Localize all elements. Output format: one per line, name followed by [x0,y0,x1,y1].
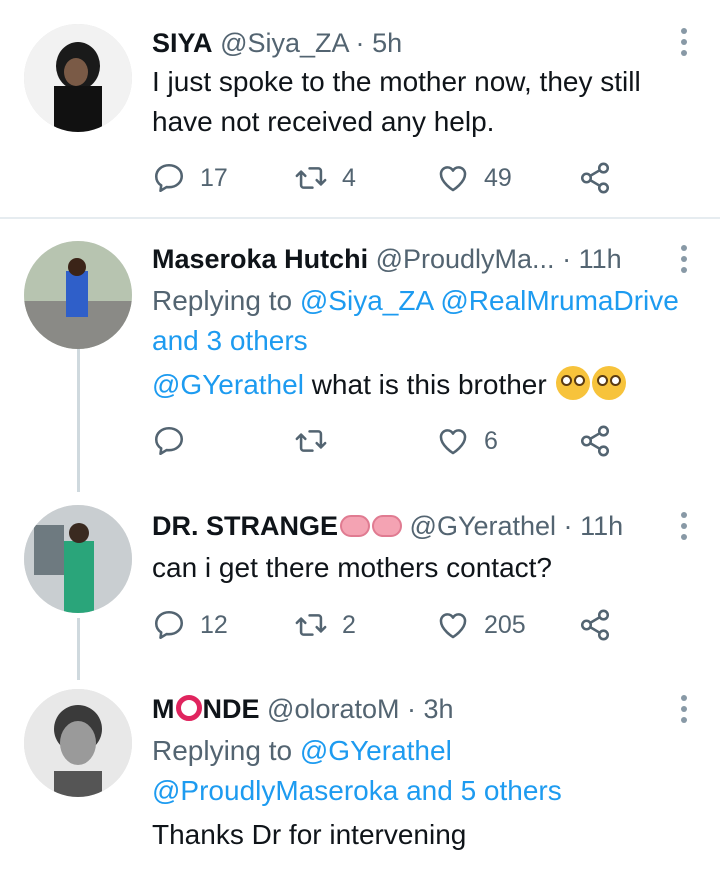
tweet-text: I just spoke to the mother now, they sti… [152,66,641,137]
mention-link[interactable]: @GYerathel [152,369,304,400]
timestamp[interactable]: 3h [424,694,454,724]
tweet-text: what is this brother [303,369,547,400]
reply-count: 17 [200,163,228,192]
retweet-icon [294,424,328,458]
more-vertical-icon[interactable] [678,695,690,723]
like-count: 205 [484,610,526,639]
avatar[interactable] [24,689,132,797]
replying-to-label: Replying to [152,735,300,766]
user-handle[interactable]: @Siya_ZA [220,28,348,58]
like-button[interactable]: 6 [436,421,498,461]
reply-icon [152,161,186,195]
tweet[interactable]: SIYA @Siya_ZA · 5h I just spoke to the m… [0,0,720,218]
timestamp[interactable]: 5h [372,28,402,58]
reply-count: 12 [200,610,228,639]
user-handle[interactable]: @GYerathel [410,511,557,541]
share-icon [578,424,612,458]
heart-icon [436,424,470,458]
brain-emoji-icon [340,515,371,537]
timestamp[interactable]: 11h [579,244,622,274]
share-button[interactable] [578,421,626,461]
share-icon [578,608,612,642]
share-icon [578,161,612,195]
display-name[interactable]: SIYA [152,28,213,58]
reply-button[interactable]: 12 [152,605,228,645]
like-count: 6 [484,426,498,455]
share-button[interactable] [578,605,626,645]
brain-emoji-icon [372,515,403,537]
reply-button[interactable]: 17 [152,158,228,198]
avatar[interactable] [24,505,132,613]
retweet-icon [294,608,328,642]
heart-icon [436,608,470,642]
user-handle[interactable]: @ProudlyMa... [376,244,555,274]
like-count: 49 [484,163,512,192]
avatar[interactable] [24,241,132,349]
reply-icon [152,608,186,642]
tweet-text: can i get there mothers contact? [152,552,552,583]
retweet-count: 4 [342,163,356,192]
more-vertical-icon[interactable] [678,245,690,273]
heart-icon [436,161,470,195]
tweet[interactable]: DR. STRANGE @GYerathel · 11h can i get t… [0,481,720,671]
more-vertical-icon[interactable] [678,28,690,56]
retweet-button[interactable]: 2 [294,605,356,645]
like-button[interactable]: 49 [436,158,512,198]
flushed-emoji-icon [592,366,627,400]
reply-icon [152,424,186,458]
retweet-button[interactable] [294,421,342,461]
more-vertical-icon[interactable] [678,512,690,540]
share-button[interactable] [578,158,626,198]
red-circle-emoji-icon [175,695,202,721]
flushed-emoji-icon [556,366,591,400]
tweet[interactable]: Maseroka Hutchi @ProudlyMa... · 11h Repl… [0,219,720,481]
tweet-text: Thanks Dr for intervening [152,819,467,850]
reply-button[interactable] [152,421,200,461]
retweet-icon [294,161,328,195]
retweet-count: 2 [342,610,356,639]
user-handle[interactable]: @oloratoM [267,694,399,724]
display-name[interactable]: Maseroka Hutchi [152,244,368,274]
display-name[interactable]: DR. STRANGE [152,511,338,541]
avatar[interactable] [24,24,132,132]
tweet[interactable]: M NDE @oloratoM · 3h Replying to @GYerath… [0,671,720,869]
timestamp[interactable]: 11h [580,511,623,541]
display-name[interactable]: M NDE [152,694,260,724]
retweet-button[interactable]: 4 [294,158,356,198]
replying-to-label: Replying to [152,285,300,316]
like-button[interactable]: 205 [436,605,526,645]
